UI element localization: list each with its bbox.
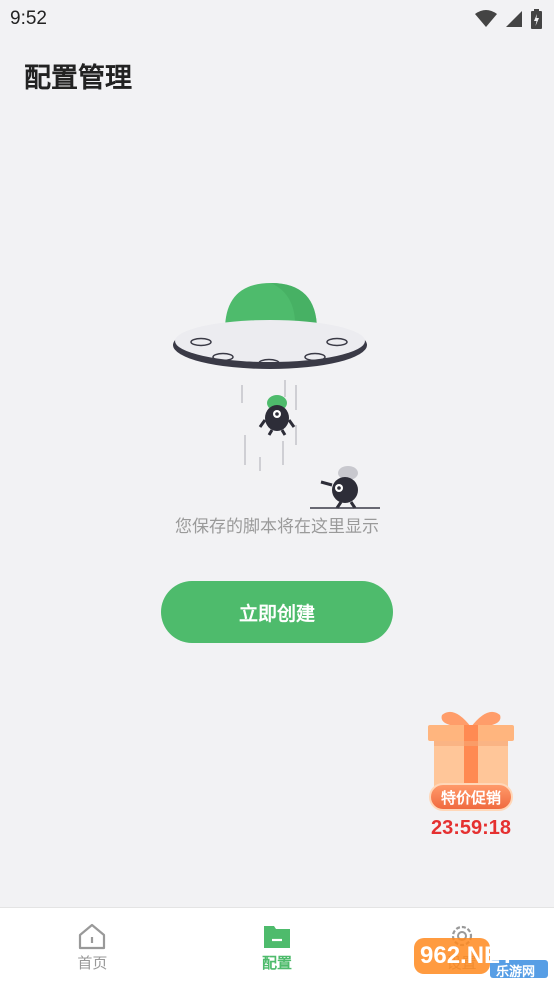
gift-icon — [428, 711, 514, 787]
nav-item-home[interactable]: 首页 — [0, 908, 185, 984]
nav-label-home: 首页 — [77, 954, 108, 972]
watermark-subtext: 乐游网 — [496, 965, 536, 980]
page-title: 配置管理 — [24, 63, 132, 94]
promo-countdown: 23:59:18 — [430, 817, 512, 839]
home-icon — [79, 923, 106, 950]
empty-state-illustration — [173, 283, 380, 509]
status-icons — [475, 9, 542, 29]
create-now-button[interactable]: 立即创建 — [161, 581, 393, 643]
watermark-logo: 962.NET 乐游网 — [414, 932, 550, 980]
empty-state-message: 您保存的脚本将在这里显示 — [175, 517, 379, 537]
status-time: 9:52 — [10, 8, 47, 29]
wifi-icon — [475, 10, 497, 27]
folder-icon — [264, 926, 290, 948]
nav-label-config: 配置 — [262, 954, 293, 972]
signal-icon — [506, 11, 522, 27]
promo-gift-widget[interactable]: 特价促销 23:59:18 — [420, 705, 522, 845]
promo-badge: 特价促销 — [429, 783, 513, 811]
nav-item-config[interactable]: 配置 — [185, 908, 370, 984]
battery-icon — [531, 9, 542, 29]
status-bar: 9:52 — [0, 0, 554, 38]
